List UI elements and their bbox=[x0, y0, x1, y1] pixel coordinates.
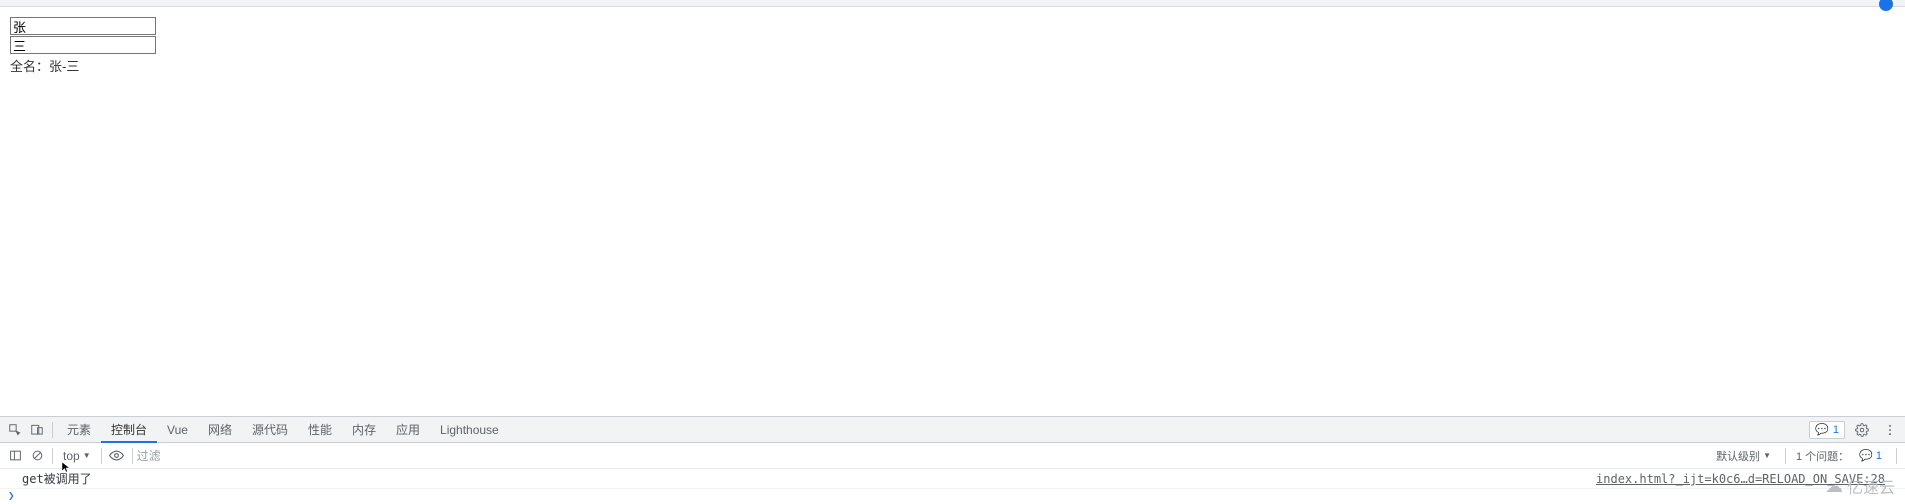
separator bbox=[52, 448, 53, 464]
tab-vue[interactable]: Vue bbox=[157, 417, 198, 443]
devtools-tab-strip-right: 💬 1 bbox=[1809, 419, 1901, 441]
level-label: 默认级别 bbox=[1716, 448, 1760, 464]
live-expression-eye-icon[interactable] bbox=[106, 445, 128, 467]
console-body: get被调用了 index.html?_ijt=k0c6…d=RELOAD_ON… bbox=[0, 469, 1905, 504]
issues-count: 1 bbox=[1876, 450, 1882, 462]
log-level-selector[interactable]: 默认级别 ▼ bbox=[1712, 448, 1775, 464]
more-vert-icon[interactable] bbox=[1879, 419, 1901, 441]
tab-sources[interactable]: 源代码 bbox=[242, 417, 298, 443]
console-source-link[interactable]: index.html?_ijt=k0c6…d=RELOAD_ON_SAVE:28 bbox=[1596, 472, 1885, 486]
page-content: 全名：张-三 bbox=[0, 7, 1905, 85]
console-message: get被调用了 bbox=[22, 470, 92, 487]
separator bbox=[132, 448, 133, 464]
message-icon: 💬 bbox=[1815, 423, 1829, 436]
console-toolbar-right: 默认级别 ▼ 1 个问题： 💬 1 bbox=[1712, 448, 1901, 464]
issues-label: 1 个问题： bbox=[1796, 448, 1849, 464]
first-name-input[interactable] bbox=[10, 17, 156, 35]
issues-count-chip[interactable]: 💬 1 bbox=[1855, 448, 1886, 464]
devtools-tab-strip: 元素 控制台 Vue 网络 源代码 性能 内存 应用 Lighthouse 💬 … bbox=[0, 417, 1905, 443]
last-name-input[interactable] bbox=[10, 36, 156, 54]
console-prompt[interactable]: ❯ bbox=[0, 489, 1905, 504]
chip-count: 1 bbox=[1833, 424, 1839, 436]
context-label: top bbox=[63, 449, 80, 463]
browser-chrome-strip bbox=[0, 0, 1905, 7]
dropdown-triangle-icon: ▼ bbox=[1763, 451, 1771, 460]
tab-lighthouse[interactable]: Lighthouse bbox=[430, 417, 509, 443]
separator bbox=[1785, 448, 1786, 464]
inspect-element-icon[interactable] bbox=[4, 419, 26, 441]
execution-context-selector[interactable]: top ▼ bbox=[57, 447, 97, 465]
separator bbox=[101, 448, 102, 464]
message-icon: 💬 bbox=[1859, 449, 1873, 462]
console-sidebar-toggle-icon[interactable] bbox=[4, 445, 26, 467]
device-toolbar-icon[interactable] bbox=[26, 419, 48, 441]
fullname-label: 全名： bbox=[10, 59, 49, 74]
settings-gear-icon[interactable] bbox=[1851, 419, 1873, 441]
tab-memory[interactable]: 内存 bbox=[342, 417, 386, 443]
tab-elements[interactable]: 元素 bbox=[57, 417, 101, 443]
tab-application[interactable]: 应用 bbox=[386, 417, 430, 443]
fullname-display: 全名：张-三 bbox=[10, 56, 1895, 75]
console-issues-chip[interactable]: 💬 1 bbox=[1809, 421, 1845, 439]
devtools-panel: 元素 控制台 Vue 网络 源代码 性能 内存 应用 Lighthouse 💬 … bbox=[0, 416, 1905, 504]
console-log-row: get被调用了 index.html?_ijt=k0c6…d=RELOAD_ON… bbox=[0, 469, 1905, 489]
tab-console[interactable]: 控制台 bbox=[101, 417, 157, 443]
console-filter-input[interactable] bbox=[137, 449, 257, 463]
tab-performance[interactable]: 性能 bbox=[298, 417, 342, 443]
separator bbox=[52, 422, 53, 438]
separator bbox=[1896, 448, 1897, 464]
tab-network[interactable]: 网络 bbox=[198, 417, 242, 443]
console-toolbar: top ▼ 默认级别 ▼ 1 个问题： 💬 1 bbox=[0, 443, 1905, 469]
dropdown-triangle-icon: ▼ bbox=[83, 451, 91, 460]
fullname-value: 张-三 bbox=[49, 59, 79, 74]
clear-console-icon[interactable] bbox=[26, 445, 48, 467]
